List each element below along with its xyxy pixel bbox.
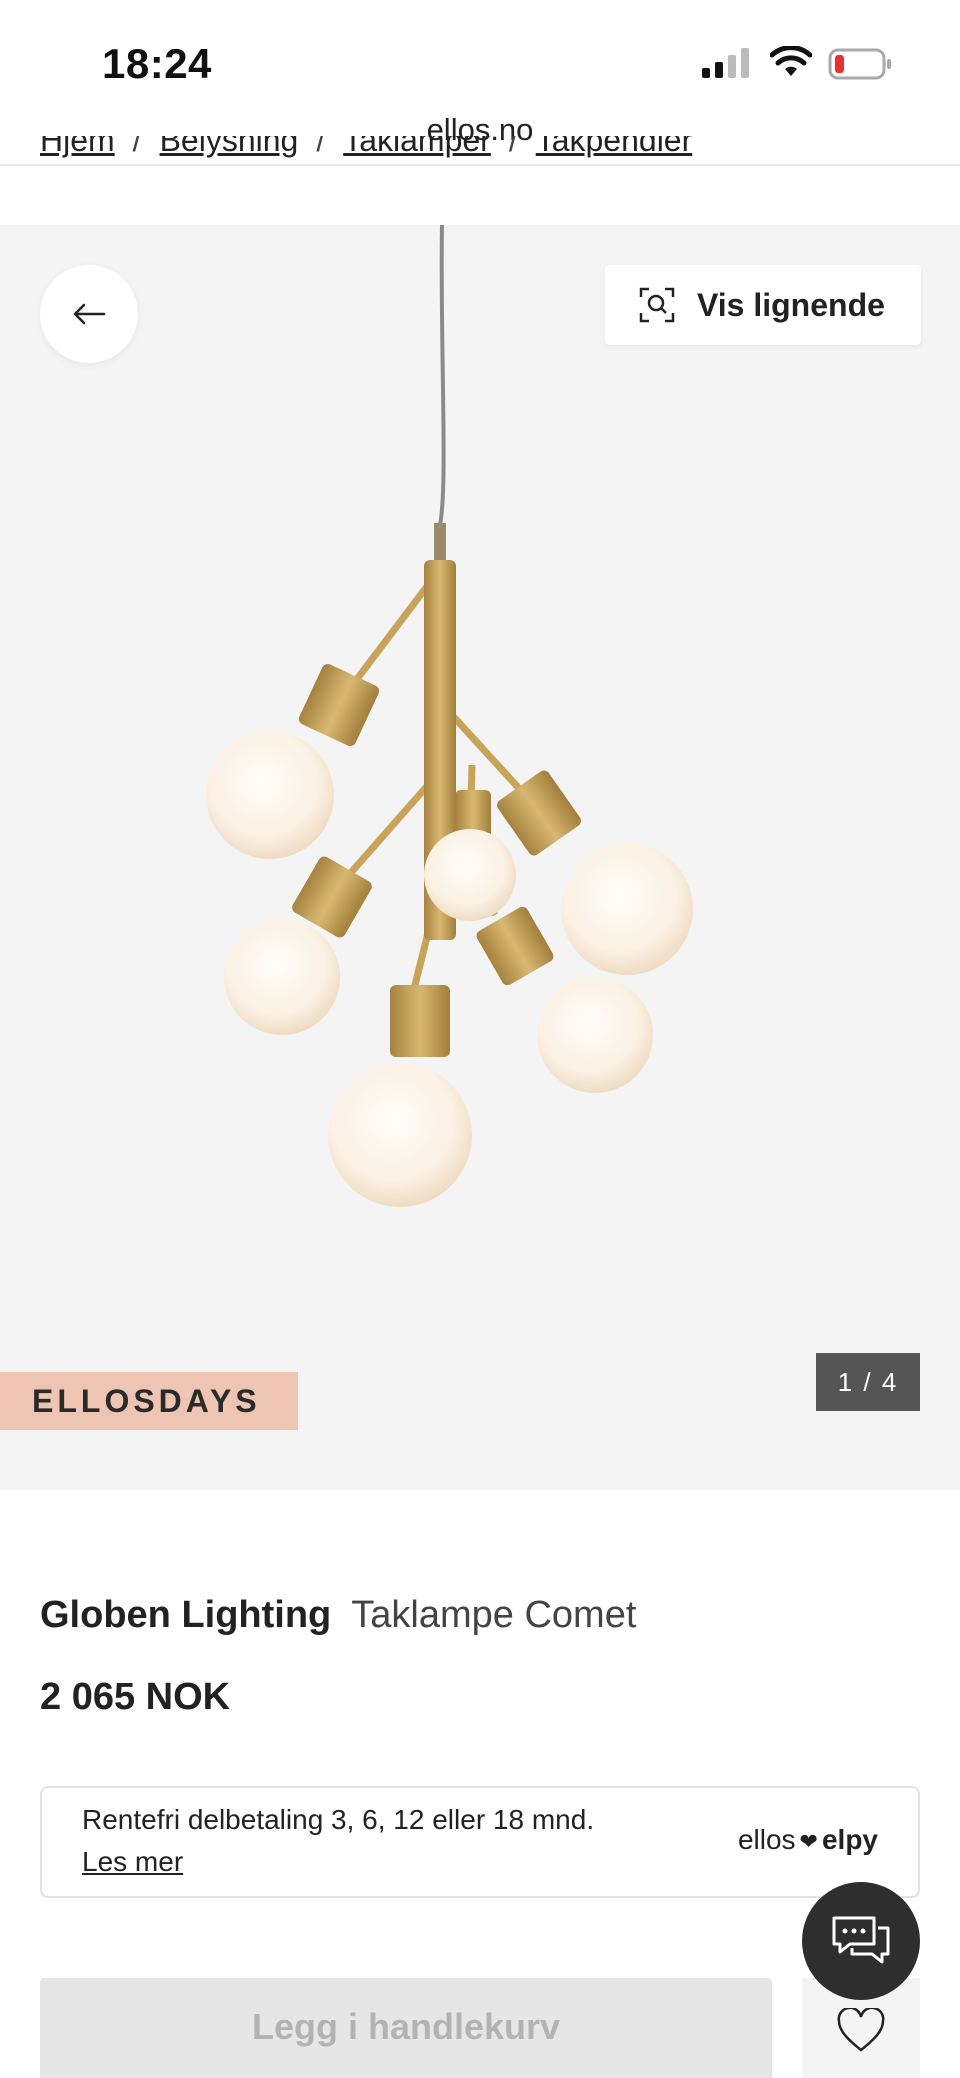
- heart-outline-icon: [837, 2008, 885, 2052]
- ellos-logo-text: ellos: [737, 1824, 796, 1855]
- show-similar-label: Vis lignende: [697, 286, 885, 323]
- product-price: 2 065 NOK: [40, 1676, 231, 1718]
- cellular-signal-icon: [702, 48, 749, 78]
- breadcrumb-ceiling-lamps[interactable]: Taklamper: [343, 136, 491, 158]
- visual-search-icon: [639, 287, 675, 323]
- installment-text: Rentefri delbetaling 3, 6, 12 eller 18 m…: [82, 1804, 595, 1835]
- battery-icon: [828, 48, 891, 80]
- elpy-logo-text: elpy: [821, 1824, 878, 1855]
- chat-button[interactable]: [802, 1882, 920, 2000]
- status-bar: 18:24 ellos.no: [0, 0, 960, 147]
- product-title: Globen Lighting Taklampe Comet: [40, 1594, 636, 1637]
- wifi-icon: [770, 46, 812, 76]
- status-time: 18:24: [102, 40, 212, 87]
- ellos-elpy-logo: ellos ❤ elpy: [738, 1824, 878, 1856]
- read-more-link[interactable]: Les mer: [82, 1846, 183, 1878]
- breadcrumb-home[interactable]: Hjem: [40, 136, 115, 158]
- product-image-pendant-lamp: [206, 225, 693, 1207]
- product-image-gallery[interactable]: Vis lignende ELLOSDAYS 1 / 4: [0, 225, 960, 1490]
- arrow-left-icon: [73, 303, 106, 325]
- breadcrumb-separator: /: [132, 136, 142, 158]
- installment-info-box: Rentefri delbetaling 3, 6, 12 eller 18 m…: [40, 1786, 920, 1898]
- image-counter: 1 / 4: [816, 1353, 920, 1411]
- header-divider: [0, 164, 960, 166]
- breadcrumb-lighting[interactable]: Belysning: [160, 136, 299, 158]
- add-to-cart-button[interactable]: Legg i handlekurv: [40, 1978, 772, 2078]
- breadcrumb-separator: /: [508, 136, 518, 158]
- heart-icon: ❤: [799, 1829, 818, 1854]
- chat-icon: [832, 1916, 890, 1964]
- promo-badge: ELLOSDAYS: [0, 1372, 298, 1430]
- product-brand[interactable]: Globen Lighting: [40, 1594, 331, 1636]
- back-button[interactable]: [40, 265, 138, 363]
- breadcrumb-pendants[interactable]: Takpendler: [536, 136, 693, 158]
- breadcrumb-separator: /: [316, 136, 326, 158]
- show-similar-button[interactable]: Vis lignende: [605, 265, 921, 345]
- breadcrumb: Hjem / Belysning / Taklamper / Takpendler: [40, 136, 940, 176]
- product-name: Taklampe Comet: [351, 1594, 637, 1636]
